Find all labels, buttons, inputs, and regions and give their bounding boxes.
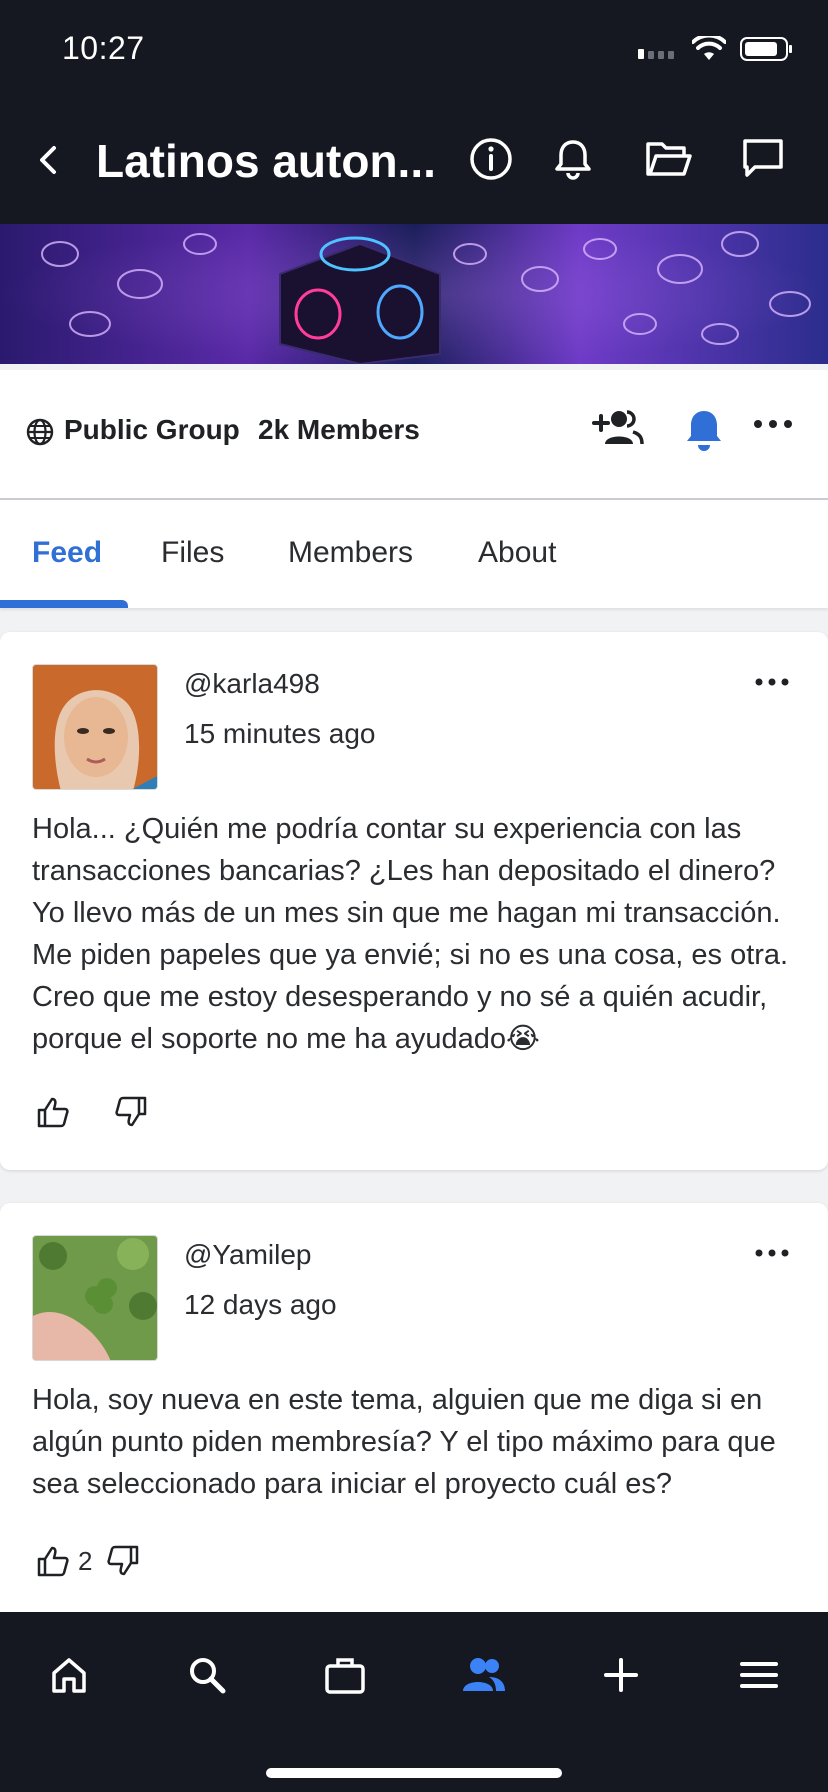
wifi-icon [692,36,726,60]
tab-about[interactable]: About [478,536,556,570]
thumbs-up-icon[interactable] [36,1545,70,1577]
home-indicator[interactable] [266,1768,562,1778]
group-banner [0,224,828,364]
globe-icon [26,418,54,446]
group-tabs: Feed Files Members About [0,500,828,608]
banner-image [0,224,828,364]
thumbs-down-icon[interactable] [106,1545,140,1577]
folder-icon[interactable] [644,136,694,182]
status-icons [638,36,794,62]
header-nav: Latinos auton... [0,118,828,204]
briefcase-icon[interactable] [320,1650,370,1700]
post-card: @Yamilep 12 days ago Hola, soy nueva en … [0,1203,828,1623]
post-username[interactable]: @Yamilep [184,1239,312,1271]
member-count[interactable]: 2k Members [258,414,420,446]
more-options-icon[interactable] [752,418,794,430]
bell-icon[interactable] [550,136,596,182]
add-member-icon[interactable] [592,408,644,448]
menu-icon[interactable] [734,1650,784,1700]
thumbs-up-icon[interactable] [36,1096,70,1128]
home-icon[interactable] [44,1650,94,1700]
group-type: Public Group [64,414,240,445]
signal-icon [638,49,674,59]
search-icon[interactable] [182,1650,232,1700]
thumbs-down-icon[interactable] [114,1096,148,1128]
like-count: 2 [78,1545,93,1576]
groups-icon[interactable] [458,1650,508,1700]
post-reactions: 2 [36,1545,140,1577]
group-bell-icon[interactable] [684,408,724,452]
battery-icon [740,37,792,61]
post-body: Hola, soy nueva en este tema, alguien qu… [32,1384,776,1500]
post-more-icon[interactable] [754,1247,790,1259]
info-icon[interactable] [468,136,514,182]
post-body: Hola... ¿Quién me podría contar su exper… [32,813,789,1055]
plus-icon[interactable] [596,1650,646,1700]
group-info-bar: Public Group 2k Members [0,370,828,500]
bottom-nav [0,1612,828,1792]
avatar[interactable] [32,664,158,790]
post-timestamp: 15 minutes ago [184,718,376,749]
tab-feed[interactable]: Feed [32,536,102,570]
tab-members[interactable]: Members [288,536,413,570]
top-bar: 10:27 Latinos auton... [0,0,828,224]
post-username[interactable]: @karla498 [184,668,320,700]
back-icon[interactable] [30,138,70,182]
status-time: 10:27 [62,30,145,66]
post-more-icon[interactable] [754,676,790,688]
post-reactions [36,1096,148,1128]
post-card: @karla498 15 minutes ago Hola... ¿Quién … [0,632,828,1170]
tab-files[interactable]: Files [161,536,224,570]
chat-icon[interactable] [740,136,786,182]
avatar[interactable] [32,1235,158,1361]
post-timestamp: 12 days ago [184,1289,337,1320]
group-title: Latinos auton... [96,135,436,187]
active-tab-indicator [0,600,128,608]
